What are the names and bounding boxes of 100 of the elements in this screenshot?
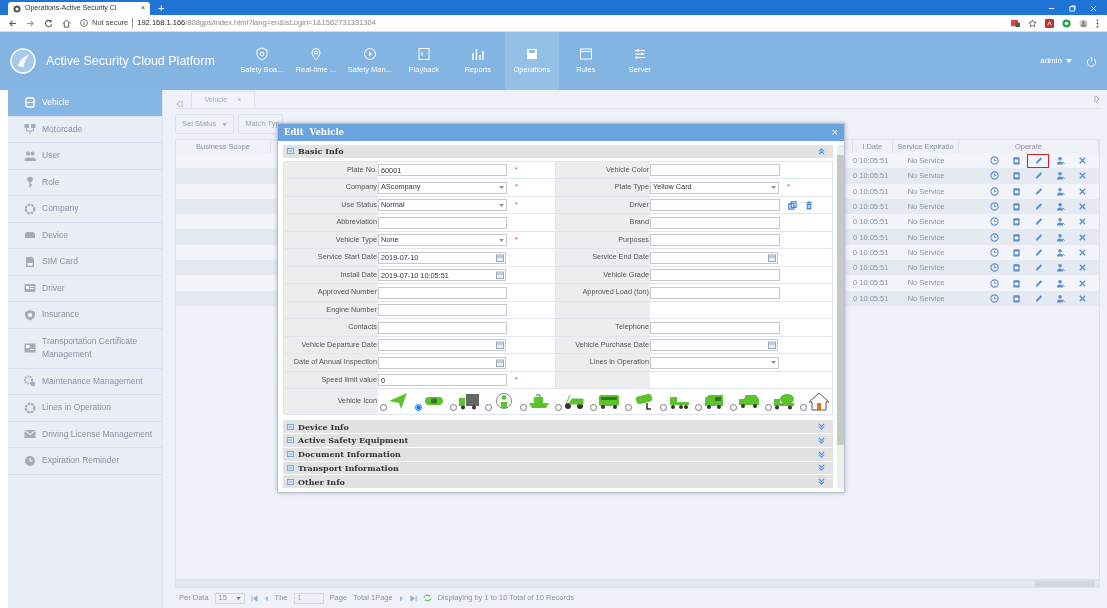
expand-icon[interactable] [818, 464, 825, 472]
date-field[interactable] [650, 339, 778, 351]
calendar-icon[interactable] [768, 341, 776, 349]
calendar-icon[interactable] [496, 253, 504, 262]
section-header[interactable]: Transport Information [283, 461, 833, 475]
pdf-icon[interactable] [1045, 18, 1054, 28]
refresh-icon[interactable] [422, 594, 432, 602]
date-field[interactable] [650, 251, 778, 264]
radio-button[interactable] [485, 404, 492, 412]
date-field[interactable] [378, 356, 506, 369]
radio-button[interactable] [450, 404, 457, 412]
clipboard-icon[interactable] [1011, 202, 1021, 212]
radio-button[interactable] [695, 404, 702, 412]
expand-icon[interactable] [818, 436, 825, 444]
trash-icon[interactable] [805, 200, 813, 210]
person-icon[interactable] [1055, 217, 1065, 227]
person-icon[interactable] [1055, 278, 1065, 288]
delete-icon[interactable] [1077, 171, 1087, 181]
clipboard-icon[interactable] [1011, 293, 1021, 303]
sidebar-item[interactable]: Expiration Reminder [8, 448, 162, 475]
radio-button[interactable] [380, 404, 387, 412]
radio-button[interactable] [730, 404, 737, 412]
home-icon[interactable] [62, 18, 71, 28]
scrollbar-thumb[interactable] [1035, 581, 1095, 587]
radio-button[interactable] [415, 404, 422, 412]
radio-button[interactable] [555, 404, 562, 412]
sidebar-item[interactable]: Role [8, 169, 162, 196]
person-icon[interactable] [1055, 171, 1065, 181]
forward-icon[interactable] [26, 18, 35, 28]
close-icon[interactable] [1090, 5, 1097, 12]
sidebar-item[interactable]: Vehicle [8, 90, 162, 117]
more-icon[interactable] [1096, 18, 1099, 28]
input-field[interactable] [650, 199, 780, 211]
extension-icon[interactable] [1062, 18, 1071, 28]
copy-icon[interactable] [788, 200, 797, 210]
extension-icon[interactable] [1011, 19, 1020, 27]
previous-page-icon[interactable] [263, 594, 269, 602]
calendar-icon[interactable] [496, 341, 504, 349]
section-header[interactable]: Other Info [283, 475, 833, 488]
reload-icon[interactable] [44, 18, 53, 28]
user-menu[interactable]: admin [1040, 55, 1072, 67]
clock-icon[interactable] [989, 263, 999, 273]
sidebar-item[interactable]: SIM Card [8, 249, 162, 276]
input-field[interactable] [378, 216, 507, 229]
clipboard-icon[interactable] [1011, 278, 1021, 288]
horizontal-scrollbar[interactable] [175, 580, 1100, 588]
date-field[interactable] [378, 339, 506, 351]
delete-icon[interactable] [1077, 217, 1087, 227]
sidebar-item[interactable]: Lines in Operation [8, 395, 162, 422]
clock-icon[interactable] [989, 247, 999, 257]
clock-icon[interactable] [989, 217, 999, 227]
input-field[interactable] [650, 321, 780, 334]
clock-icon[interactable] [989, 293, 999, 303]
restore-icon[interactable] [1069, 5, 1076, 12]
collapse-left-icon[interactable] [175, 100, 183, 108]
clock-icon[interactable] [989, 186, 999, 196]
scrollbar-thumb[interactable] [837, 155, 844, 445]
power-icon[interactable] [1086, 55, 1097, 67]
input-field[interactable] [650, 269, 780, 281]
radio-button[interactable] [625, 404, 632, 412]
person-icon[interactable] [1055, 156, 1065, 166]
sidebar-item[interactable]: Device [8, 222, 162, 249]
input-field[interactable] [650, 234, 780, 246]
delete-icon[interactable] [1077, 232, 1087, 242]
edit-button[interactable] [1027, 153, 1049, 168]
first-page-icon[interactable] [250, 594, 258, 602]
clipboard-icon[interactable] [1011, 263, 1021, 273]
last-page-icon[interactable] [409, 594, 417, 602]
person-icon[interactable] [1055, 232, 1065, 242]
clipboard-icon[interactable] [1011, 217, 1021, 227]
sidebar-item[interactable]: Company [8, 196, 162, 223]
calendar-icon[interactable] [496, 358, 504, 367]
clipboard-icon[interactable] [1011, 232, 1021, 242]
clock-icon[interactable] [989, 156, 999, 166]
clock-icon[interactable] [989, 202, 999, 212]
new-tab-button[interactable]: + [158, 2, 165, 15]
sidebar-item[interactable]: Motorcade [8, 116, 162, 143]
delete-icon[interactable] [1077, 278, 1087, 288]
expand-icon[interactable] [818, 450, 825, 458]
radio-button[interactable] [520, 404, 527, 412]
expand-icon[interactable] [818, 478, 825, 486]
vertical-scrollbar[interactable] [837, 145, 844, 488]
back-icon[interactable] [8, 18, 17, 28]
section-header[interactable]: Active Safety Equipment [283, 434, 833, 447]
sidebar-item[interactable]: Insurance [8, 302, 162, 329]
person-icon[interactable] [1055, 186, 1065, 196]
person-icon[interactable] [1055, 293, 1065, 303]
delete-icon[interactable] [1077, 202, 1087, 212]
clock-icon[interactable] [989, 171, 999, 181]
section-header[interactable]: Document Information [283, 447, 833, 461]
expand-icon[interactable] [818, 423, 825, 431]
scroll-right-icon[interactable] [1094, 95, 1100, 103]
sidebar-item[interactable]: Driver [8, 275, 162, 302]
next-page-icon[interactable] [398, 594, 404, 602]
input-field[interactable] [378, 321, 507, 334]
clock-icon[interactable] [989, 278, 999, 288]
sidebar-item[interactable]: Maintenance Management [8, 368, 162, 395]
close-button[interactable]: × [831, 124, 838, 141]
section-header[interactable]: Basic Info [283, 145, 833, 158]
clipboard-icon[interactable] [1011, 171, 1021, 181]
